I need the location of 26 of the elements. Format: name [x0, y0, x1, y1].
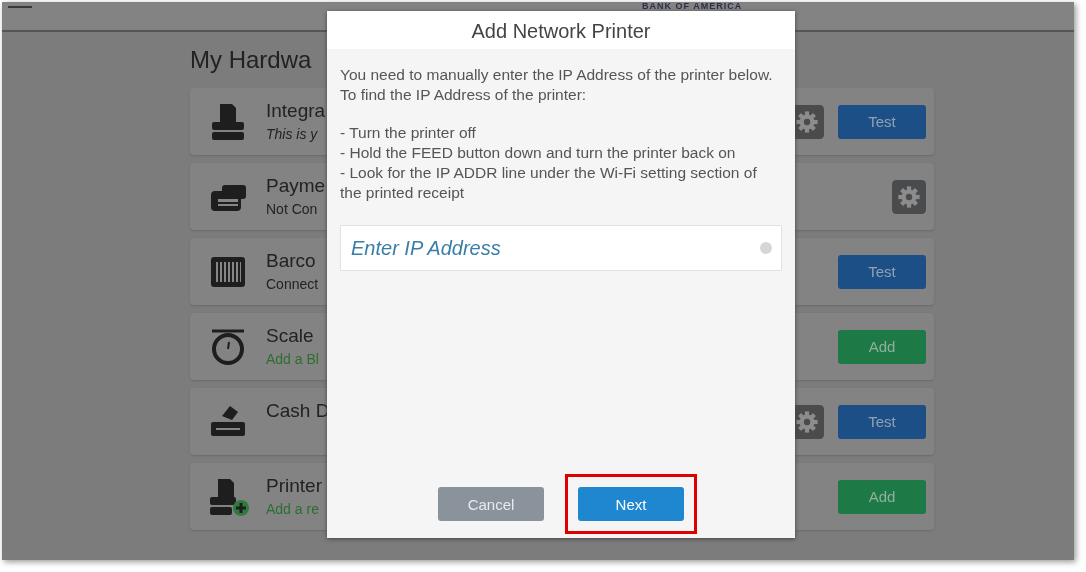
instruction-step: - Turn the printer off: [340, 123, 782, 143]
ip-address-field[interactable]: Enter IP Address: [340, 225, 782, 271]
instruction-step: - Hold the FEED button down and turn the printer back on: [340, 143, 782, 163]
next-button[interactable]: Next: [578, 487, 684, 521]
device-name: Printer: [266, 475, 322, 497]
device-status: Not Con: [266, 201, 318, 217]
device-name: Payme: [266, 175, 326, 197]
device-name: Barco: [266, 250, 316, 272]
add-button[interactable]: Add: [838, 479, 926, 514]
menu-icon[interactable]: [8, 6, 32, 10]
device-status: Connect: [266, 276, 319, 292]
instruction-step: - Look for the IP ADDR line under the Wi-Fi setting section of the printed receipt: [340, 163, 782, 203]
test-button[interactable]: Test: [838, 254, 926, 289]
page-heading: My Hardwa: [190, 46, 312, 75]
logo-text: BANK OF AMERICA: [642, 2, 743, 11]
device-status: Add a Bl: [266, 351, 319, 367]
device-status: Add a re: [266, 501, 319, 517]
test-button[interactable]: Test: [838, 104, 926, 139]
device-name: Scale: [266, 325, 314, 347]
device-status: This is y: [266, 126, 318, 142]
test-button[interactable]: Test: [838, 404, 926, 439]
cancel-button[interactable]: Cancel: [438, 487, 544, 521]
instructions-text: You need to manually enter the IP Address of the printer below. To find the IP Address of the printer:: [340, 65, 774, 105]
dialog-title: Add Network Printer: [327, 11, 795, 49]
device-name: Integra: [266, 100, 326, 122]
add-button[interactable]: Add: [838, 329, 926, 364]
